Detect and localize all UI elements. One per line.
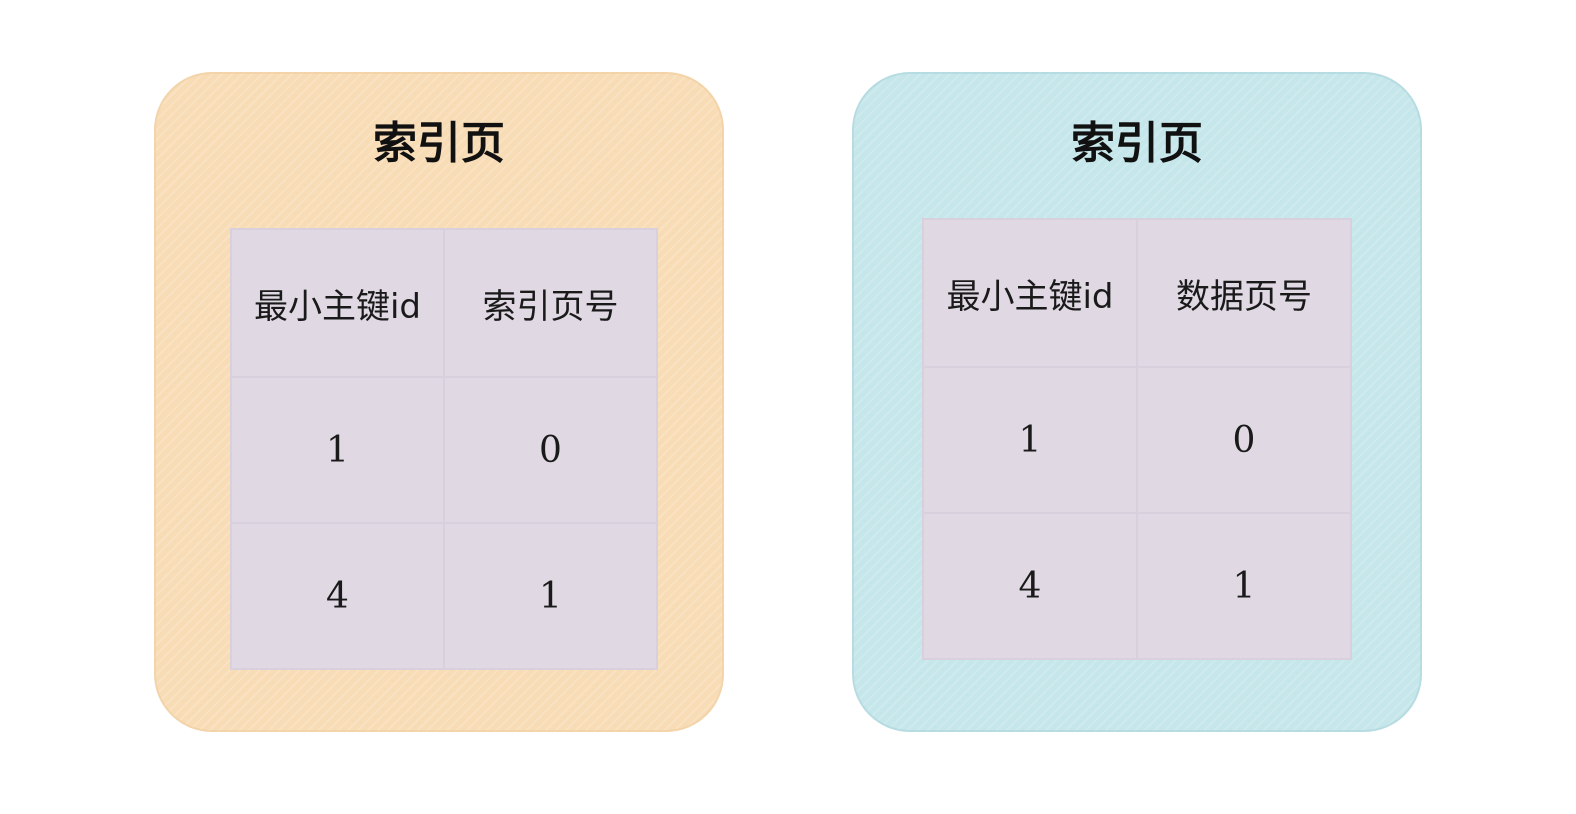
column-header: 最小主键id: [922, 218, 1138, 368]
table-cell: 1: [230, 376, 445, 524]
column-header: 数据页号: [1136, 218, 1352, 368]
table-cell: 0: [443, 376, 658, 524]
table-cell: 1: [922, 366, 1138, 514]
index-table: 最小主键id 索引页号 1 0 4 1: [230, 228, 658, 670]
table-row: 1 0: [230, 376, 658, 524]
index-page-box-right: 索引页 最小主键id 数据页号 1 0 4 1: [852, 72, 1422, 732]
table-cell: 1: [1136, 512, 1352, 660]
table-row: 1 0: [922, 366, 1352, 514]
table-cell: 1: [443, 522, 658, 670]
table-header-row: 最小主键id 索引页号: [230, 228, 658, 378]
table-row: 4 1: [230, 522, 658, 670]
column-header: 索引页号: [443, 228, 658, 378]
column-header: 最小主键id: [230, 228, 445, 378]
box-title: 索引页: [1071, 118, 1203, 169]
table-header-row: 最小主键id 数据页号: [922, 218, 1352, 368]
diagram-canvas: 索引页 最小主键id 索引页号 1 0 4 1 索引页 最小主键id 数据页号: [0, 0, 1576, 814]
box-title: 索引页: [373, 118, 505, 169]
index-table: 最小主键id 数据页号 1 0 4 1: [922, 218, 1352, 660]
table-cell: 0: [1136, 366, 1352, 514]
table-cell: 4: [922, 512, 1138, 660]
table-cell: 4: [230, 522, 445, 670]
index-page-box-left: 索引页 最小主键id 索引页号 1 0 4 1: [154, 72, 724, 732]
table-row: 4 1: [922, 512, 1352, 660]
